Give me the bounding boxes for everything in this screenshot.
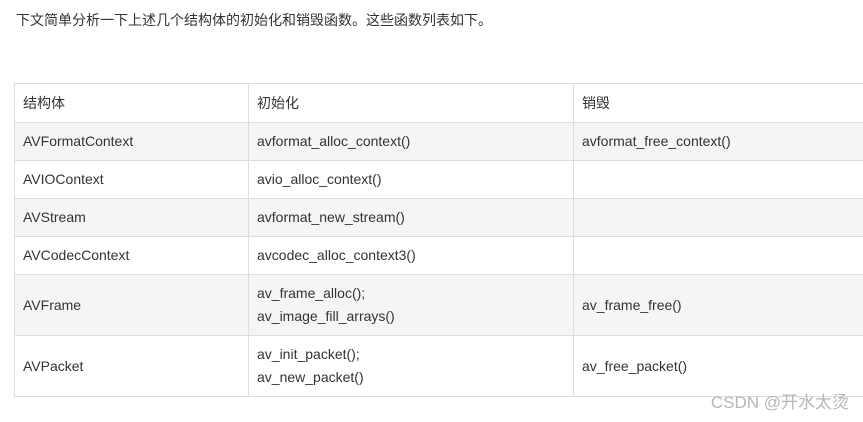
init-cell: avformat_alloc_context(): [248, 122, 574, 161]
destroy-cell: av_frame_free(): [573, 274, 863, 336]
init-function: avcodec_alloc_context3(): [257, 247, 416, 263]
init-function: av_frame_alloc();: [257, 285, 366, 301]
init-cell: avcodec_alloc_context3(): [248, 236, 574, 275]
init-function: av_new_packet(): [257, 369, 364, 385]
table-header-row: 结构体 初始化 销毁: [14, 83, 863, 123]
article-page: 下文简单分析一下上述几个结构体的初始化和销毁函数。这些函数列表如下。 结构体 初…: [0, 0, 863, 422]
destroy-cell: av_free_packet(): [573, 335, 863, 397]
init-function: av_image_fill_arrays(): [257, 308, 395, 324]
struct-cell: AVCodecContext: [14, 236, 249, 275]
init-function: avformat_alloc_context(): [257, 133, 411, 149]
table-row: AVFormatContext avformat_alloc_context()…: [14, 122, 863, 161]
struct-cell: AVStream: [14, 198, 249, 237]
init-function: avformat_new_stream(): [257, 209, 405, 225]
init-cell: avio_alloc_context(): [248, 160, 574, 199]
destroy-cell: [573, 160, 863, 199]
init-function: avio_alloc_context(): [257, 171, 382, 187]
table-row: AVStream avformat_new_stream(): [14, 198, 863, 237]
init-cell: av_init_packet(); av_new_packet(): [248, 335, 574, 397]
destroy-cell: [573, 198, 863, 237]
intro-paragraph: 下文简单分析一下上述几个结构体的初始化和销毁函数。这些函数列表如下。: [16, 12, 492, 28]
header-struct: 结构体: [14, 83, 249, 123]
table-row: AVIOContext avio_alloc_context(): [14, 160, 863, 199]
struct-cell: AVIOContext: [14, 160, 249, 199]
init-function: av_init_packet();: [257, 346, 360, 362]
function-table: 结构体 初始化 销毁 AVFormatContext avformat_allo…: [14, 83, 863, 397]
csdn-watermark: CSDN @开水太烫: [710, 393, 849, 412]
header-destroy: 销毁: [573, 83, 863, 123]
init-cell: avformat_new_stream(): [248, 198, 574, 237]
init-cell: av_frame_alloc(); av_image_fill_arrays(): [248, 274, 574, 336]
struct-cell: AVFormatContext: [14, 122, 249, 161]
table-row: AVCodecContext avcodec_alloc_context3(): [14, 236, 863, 275]
struct-cell: AVFrame: [14, 274, 249, 336]
destroy-cell: avformat_free_context(): [573, 122, 863, 161]
table-row: AVPacket av_init_packet(); av_new_packet…: [14, 335, 863, 397]
struct-cell: AVPacket: [14, 335, 249, 397]
header-init: 初始化: [248, 83, 574, 123]
destroy-cell: [573, 236, 863, 275]
table-row: AVFrame av_frame_alloc(); av_image_fill_…: [14, 274, 863, 336]
